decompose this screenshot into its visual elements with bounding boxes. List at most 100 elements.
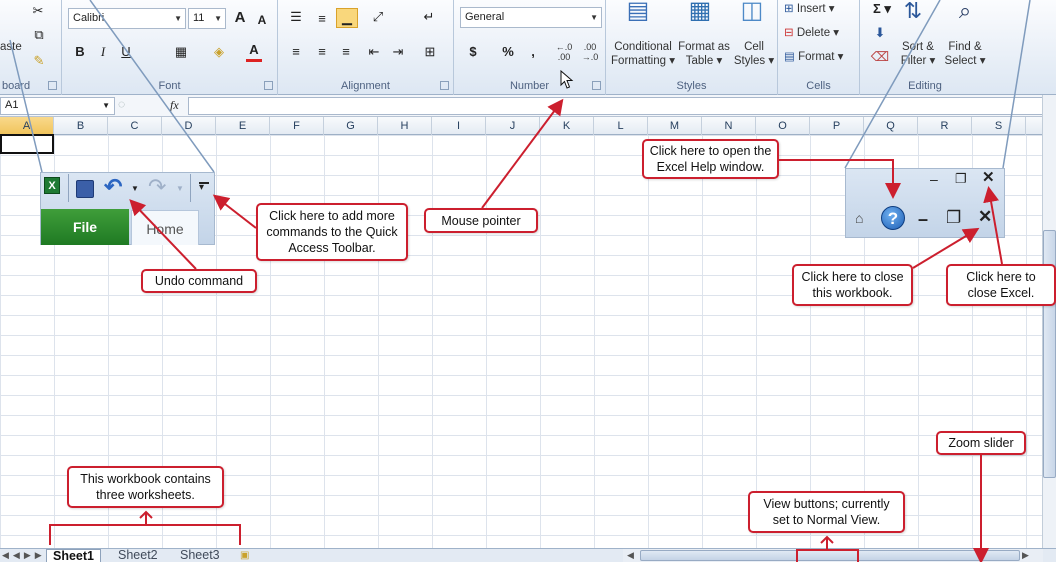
find-binoculars-icon[interactable]: ⌕ bbox=[952, 0, 978, 34]
format-button[interactable]: ▤ Format ▾ bbox=[784, 50, 854, 64]
minimize-ribbon-icon[interactable]: ⌂ bbox=[855, 210, 863, 226]
column-header-h[interactable]: H bbox=[378, 117, 432, 135]
name-box[interactable]: A1 ▼ bbox=[0, 97, 115, 115]
undo-icon[interactable]: ↶ bbox=[104, 176, 122, 198]
column-header-d[interactable]: D bbox=[162, 117, 216, 135]
font-name-combo[interactable]: Calibri ▼ bbox=[68, 8, 186, 29]
sheet-nav-arrows-icon[interactable]: ◀◀▶▶ bbox=[2, 550, 46, 561]
undo-dropdown-icon[interactable]: ▼ bbox=[131, 184, 139, 193]
comma-button[interactable]: , bbox=[528, 43, 538, 61]
increase-indent-icon[interactable]: ⇥ bbox=[388, 43, 408, 61]
cell-styles-icon[interactable]: ◫ bbox=[738, 0, 766, 36]
callout-mouse-pointer: Mouse pointer bbox=[424, 208, 538, 233]
shrink-font-button[interactable]: A bbox=[255, 11, 269, 29]
column-header-i[interactable]: I bbox=[432, 117, 486, 135]
column-header-k[interactable]: K bbox=[540, 117, 594, 135]
sheet-tab-2[interactable]: Sheet2 bbox=[112, 549, 164, 562]
grow-font-button[interactable]: A bbox=[232, 9, 248, 27]
bottom-align-icon[interactable]: ▁ bbox=[336, 8, 358, 28]
column-header-l[interactable]: L bbox=[594, 117, 648, 135]
sheet-tab-3[interactable]: Sheet3 bbox=[174, 549, 226, 562]
app-restore-icon[interactable]: ❐ bbox=[955, 172, 967, 186]
column-header-q[interactable]: Q bbox=[864, 117, 918, 135]
sheet-tab-1[interactable]: Sheet1 bbox=[46, 549, 101, 562]
column-header-a[interactable]: A bbox=[0, 117, 54, 135]
decrease-decimal-button[interactable]: .00 →.0 bbox=[578, 42, 602, 62]
currency-button[interactable]: $ bbox=[466, 43, 480, 61]
customize-qat-icon[interactable]: ▾ bbox=[199, 183, 204, 193]
merge-center-icon[interactable]: ⊞ bbox=[418, 43, 442, 61]
column-header-n[interactable]: N bbox=[702, 117, 756, 135]
percent-button[interactable]: % bbox=[500, 43, 516, 61]
delete-button[interactable]: ⊟ Delete ▾ bbox=[784, 26, 854, 40]
insert-sheet-icon[interactable]: ▣ bbox=[240, 550, 249, 561]
font-size-combo[interactable]: 11 ▼ bbox=[188, 8, 226, 29]
format-table-icon[interactable]: ▦ bbox=[686, 0, 714, 36]
find-select-button[interactable]: Find & Select ▾ bbox=[940, 40, 990, 68]
bold-button[interactable]: B bbox=[72, 43, 88, 61]
app-close-icon[interactable]: ✕ bbox=[982, 170, 995, 185]
sort-filter-icon[interactable]: ⇅ bbox=[902, 0, 924, 34]
cut-icon[interactable]: ✂ bbox=[30, 2, 46, 20]
font-launcher-icon[interactable] bbox=[264, 81, 273, 90]
column-header-g[interactable]: G bbox=[324, 117, 378, 135]
workbook-restore-icon[interactable]: ❐ bbox=[946, 209, 961, 226]
align-center-icon[interactable]: ≡ bbox=[312, 43, 332, 61]
column-header-c[interactable]: C bbox=[108, 117, 162, 135]
format-as-table-button[interactable]: Format as Table ▾ bbox=[676, 40, 732, 68]
number-launcher-icon[interactable] bbox=[592, 81, 601, 90]
column-header-p[interactable]: P bbox=[810, 117, 864, 135]
home-tab[interactable]: Home bbox=[131, 210, 199, 245]
column-header-e[interactable]: E bbox=[216, 117, 270, 135]
active-cell-a1[interactable] bbox=[0, 134, 54, 154]
underline-button[interactable]: U bbox=[118, 43, 134, 61]
app-minimize-icon[interactable]: – bbox=[930, 172, 938, 186]
autosum-button[interactable]: Σ ▾ bbox=[868, 0, 896, 18]
clear-icon[interactable]: ⌫ bbox=[870, 48, 890, 66]
clipboard-launcher-icon[interactable] bbox=[48, 81, 57, 90]
conditional-formatting-icon[interactable]: ▤ bbox=[624, 0, 652, 36]
paste-button-label[interactable]: aste bbox=[0, 40, 22, 54]
italic-button[interactable]: I bbox=[96, 43, 110, 61]
align-right-icon[interactable]: ≡ bbox=[336, 43, 356, 61]
scroll-right-icon[interactable]: ▶ bbox=[1022, 550, 1029, 561]
column-header-f[interactable]: F bbox=[270, 117, 324, 135]
orientation-icon[interactable]: ⤢ bbox=[366, 8, 390, 26]
help-icon[interactable]: ? bbox=[881, 206, 905, 230]
fill-icon[interactable]: ⬇ bbox=[870, 24, 890, 42]
wrap-text-icon[interactable]: ↵ bbox=[418, 8, 440, 26]
save-icon[interactable] bbox=[76, 180, 94, 198]
font-color-button[interactable]: A bbox=[246, 41, 262, 62]
expand-icon[interactable]: ◌ bbox=[118, 97, 130, 115]
increase-decimal-button[interactable]: ←.0 .00 bbox=[552, 42, 576, 62]
cell-styles-button[interactable]: Cell Styles ▾ bbox=[732, 40, 776, 68]
formula-input[interactable] bbox=[188, 97, 1043, 115]
number-format-combo[interactable]: General ▼ bbox=[460, 7, 602, 28]
conditional-formatting-button[interactable]: Conditional Formatting ▾ bbox=[608, 40, 678, 68]
format-painter-icon[interactable]: ✎ bbox=[30, 52, 48, 70]
file-tab[interactable]: File bbox=[41, 209, 129, 245]
insert-function-button[interactable]: fx bbox=[170, 98, 179, 113]
align-left-icon[interactable]: ≡ bbox=[286, 43, 306, 61]
alignment-launcher-icon[interactable] bbox=[440, 81, 449, 90]
decrease-indent-icon[interactable]: ⇤ bbox=[364, 43, 384, 61]
workbook-close-icon[interactable]: ✕ bbox=[978, 208, 992, 225]
workbook-minimize-icon[interactable]: – bbox=[918, 210, 928, 228]
copy-icon[interactable]: ⧉ bbox=[28, 26, 50, 44]
column-header-s[interactable]: S bbox=[972, 117, 1026, 135]
scroll-left-icon[interactable]: ◀ bbox=[627, 550, 634, 561]
column-header-o[interactable]: O bbox=[756, 117, 810, 135]
column-header-j[interactable]: J bbox=[486, 117, 540, 135]
middle-align-icon[interactable]: ≡ bbox=[312, 10, 332, 28]
insert-button[interactable]: ⊞ Insert ▾ bbox=[784, 2, 854, 16]
column-header-b[interactable]: B bbox=[54, 117, 108, 135]
horizontal-scroll-thumb[interactable] bbox=[640, 550, 1020, 561]
sort-filter-button[interactable]: Sort & Filter ▾ bbox=[896, 40, 940, 68]
column-header-r[interactable]: R bbox=[918, 117, 972, 135]
top-align-icon[interactable]: ☰ bbox=[286, 8, 306, 26]
column-header-m[interactable]: M bbox=[648, 117, 702, 135]
number-group: General ▼ $ % , ←.0 .00 .00 →.0 Number bbox=[454, 0, 606, 95]
format-label: Format ▾ bbox=[798, 51, 844, 63]
fill-color-icon[interactable]: ◈ bbox=[210, 43, 228, 61]
borders-icon[interactable]: ▦ bbox=[172, 43, 190, 61]
